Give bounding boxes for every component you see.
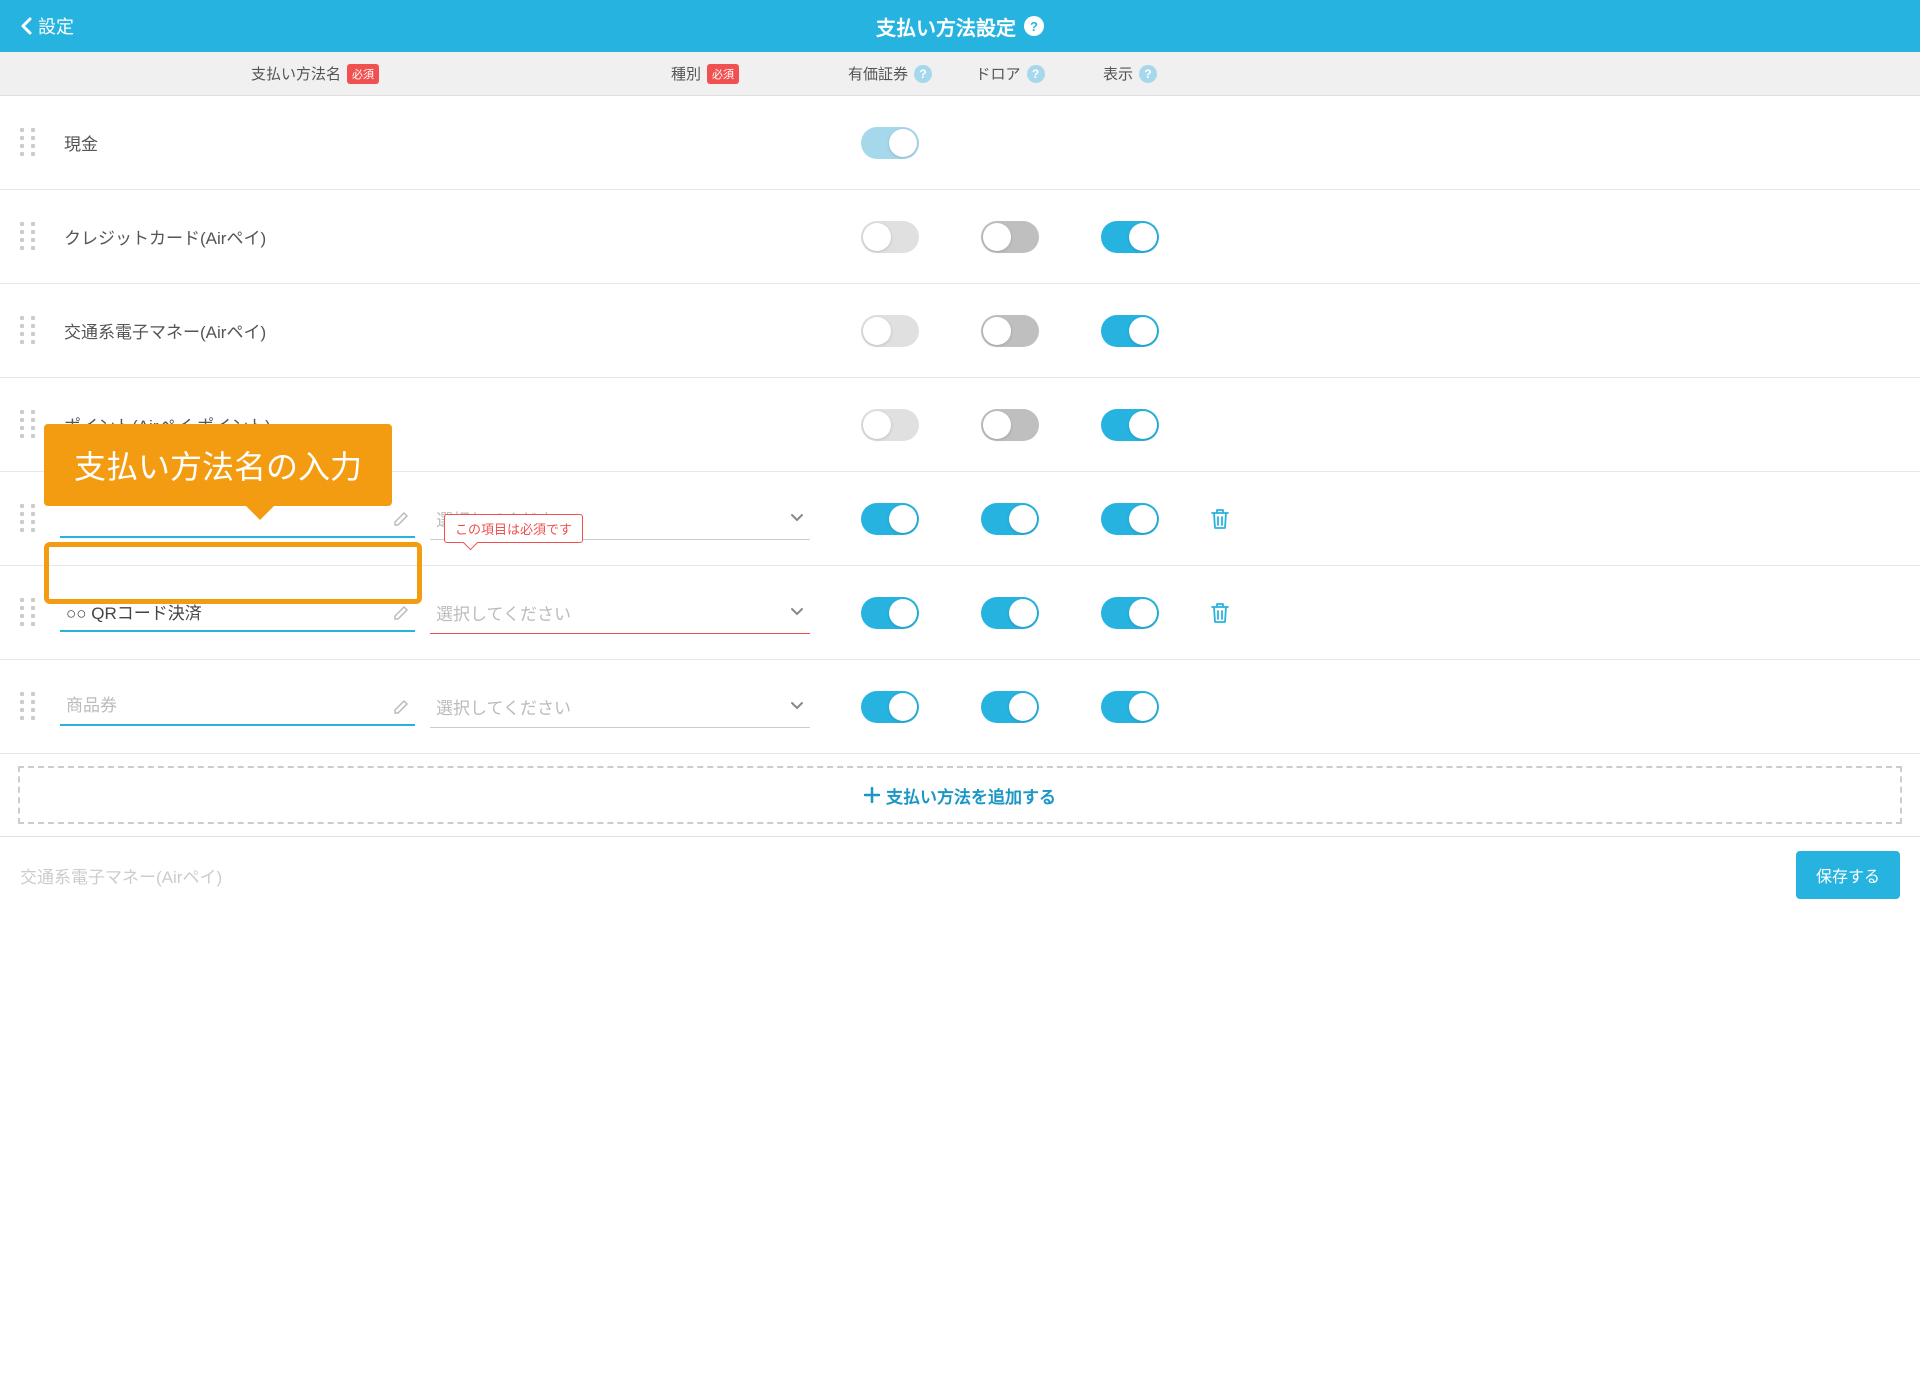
- col-display: 表示 ?: [1070, 63, 1190, 84]
- add-payment-button[interactable]: 支払い方法を追加する: [18, 766, 1902, 824]
- error-tooltip: この項目は必須です: [444, 514, 583, 543]
- payment-name: 交通系電子マネー(Airペイ): [60, 318, 266, 343]
- trash-icon[interactable]: [1209, 601, 1231, 625]
- toggle[interactable]: [981, 315, 1039, 347]
- toggle[interactable]: [861, 503, 919, 535]
- payment-row: 選択してください: [0, 660, 1920, 754]
- footer: 交通系電子マネー(Airペイ) 保存する: [0, 836, 1920, 913]
- col-drawer-label: ドロア: [975, 63, 1020, 84]
- toggle[interactable]: [861, 221, 919, 253]
- back-label: 設定: [38, 13, 74, 39]
- col-type-label: 種別: [671, 63, 701, 84]
- col-security-label: 有価証券: [848, 63, 908, 84]
- payment-name-input[interactable]: [60, 594, 415, 632]
- col-security: 有価証券 ?: [830, 63, 950, 84]
- drag-handle[interactable]: [20, 410, 38, 440]
- drag-handle[interactable]: [20, 222, 38, 252]
- chevron-down-icon: [790, 701, 804, 711]
- col-drawer: ドロア ?: [950, 63, 1070, 84]
- content: 支払い方法名 必須 種別 必須 有価証券 ? ドロア ? 表示 ? 現金クレジッ…: [0, 52, 1920, 824]
- required-badge: 必須: [707, 64, 739, 84]
- back-button[interactable]: 設定: [20, 13, 74, 39]
- col-display-label: 表示: [1103, 63, 1133, 84]
- drag-handle[interactable]: [20, 598, 38, 628]
- help-icon[interactable]: ?: [1027, 65, 1045, 83]
- help-icon[interactable]: ?: [914, 65, 932, 83]
- toggle[interactable]: [861, 127, 919, 159]
- chevron-left-icon: [20, 17, 32, 35]
- required-badge: 必須: [347, 64, 379, 84]
- toggle[interactable]: [861, 315, 919, 347]
- payment-row: 現金: [0, 96, 1920, 190]
- column-header: 支払い方法名 必須 種別 必須 有価証券 ? ドロア ? 表示 ?: [0, 52, 1920, 96]
- col-type: 種別 必須: [430, 63, 830, 84]
- toggle[interactable]: [1101, 409, 1159, 441]
- drag-handle[interactable]: [20, 128, 38, 158]
- col-name: 支払い方法名 必須: [60, 63, 430, 84]
- toggle[interactable]: [1101, 503, 1159, 535]
- toggle[interactable]: [861, 691, 919, 723]
- chevron-down-icon: [790, 513, 804, 523]
- toggle[interactable]: [981, 221, 1039, 253]
- help-icon[interactable]: ?: [1024, 16, 1044, 36]
- footer-text: 交通系電子マネー(Airペイ): [20, 863, 222, 888]
- type-select[interactable]: 選択してください: [430, 686, 810, 728]
- save-button[interactable]: 保存する: [1796, 851, 1900, 899]
- chevron-down-icon: [790, 607, 804, 617]
- drag-handle[interactable]: [20, 692, 38, 722]
- toggle[interactable]: [981, 597, 1039, 629]
- toggle[interactable]: [1101, 597, 1159, 629]
- toggle[interactable]: [981, 691, 1039, 723]
- toggle[interactable]: [861, 409, 919, 441]
- title-text: 支払い方法設定: [876, 12, 1016, 41]
- header: 設定 支払い方法設定 ?: [0, 0, 1920, 52]
- drag-handle[interactable]: [20, 316, 38, 346]
- payment-row: 交通系電子マネー(Airペイ): [0, 284, 1920, 378]
- payment-row: 選択してください: [0, 566, 1920, 660]
- page-title: 支払い方法設定 ?: [876, 12, 1044, 41]
- add-button-label: 支払い方法を追加する: [886, 783, 1056, 808]
- plus-icon: [864, 787, 880, 803]
- toggle[interactable]: [1101, 221, 1159, 253]
- trash-icon[interactable]: [1209, 507, 1231, 531]
- toggle[interactable]: [1101, 315, 1159, 347]
- payment-row: クレジットカード(Airペイ): [0, 190, 1920, 284]
- pencil-icon: [393, 699, 409, 715]
- callout-tooltip: 支払い方法名の入力: [44, 424, 392, 506]
- error-tip-text: この項目は必須です: [455, 522, 572, 537]
- col-name-label: 支払い方法名: [251, 63, 341, 84]
- toggle[interactable]: [981, 503, 1039, 535]
- payment-name: 現金: [60, 130, 98, 155]
- callout-text: 支払い方法名の入力: [74, 449, 362, 485]
- help-icon[interactable]: ?: [1139, 65, 1157, 83]
- toggle[interactable]: [861, 597, 919, 629]
- drag-handle[interactable]: [20, 504, 38, 534]
- toggle[interactable]: [1101, 691, 1159, 723]
- payment-name: クレジットカード(Airペイ): [60, 224, 266, 249]
- toggle[interactable]: [981, 409, 1039, 441]
- payment-name-input[interactable]: [60, 688, 415, 726]
- type-select[interactable]: 選択してください: [430, 592, 810, 634]
- pencil-icon: [393, 605, 409, 621]
- pencil-icon: [393, 511, 409, 527]
